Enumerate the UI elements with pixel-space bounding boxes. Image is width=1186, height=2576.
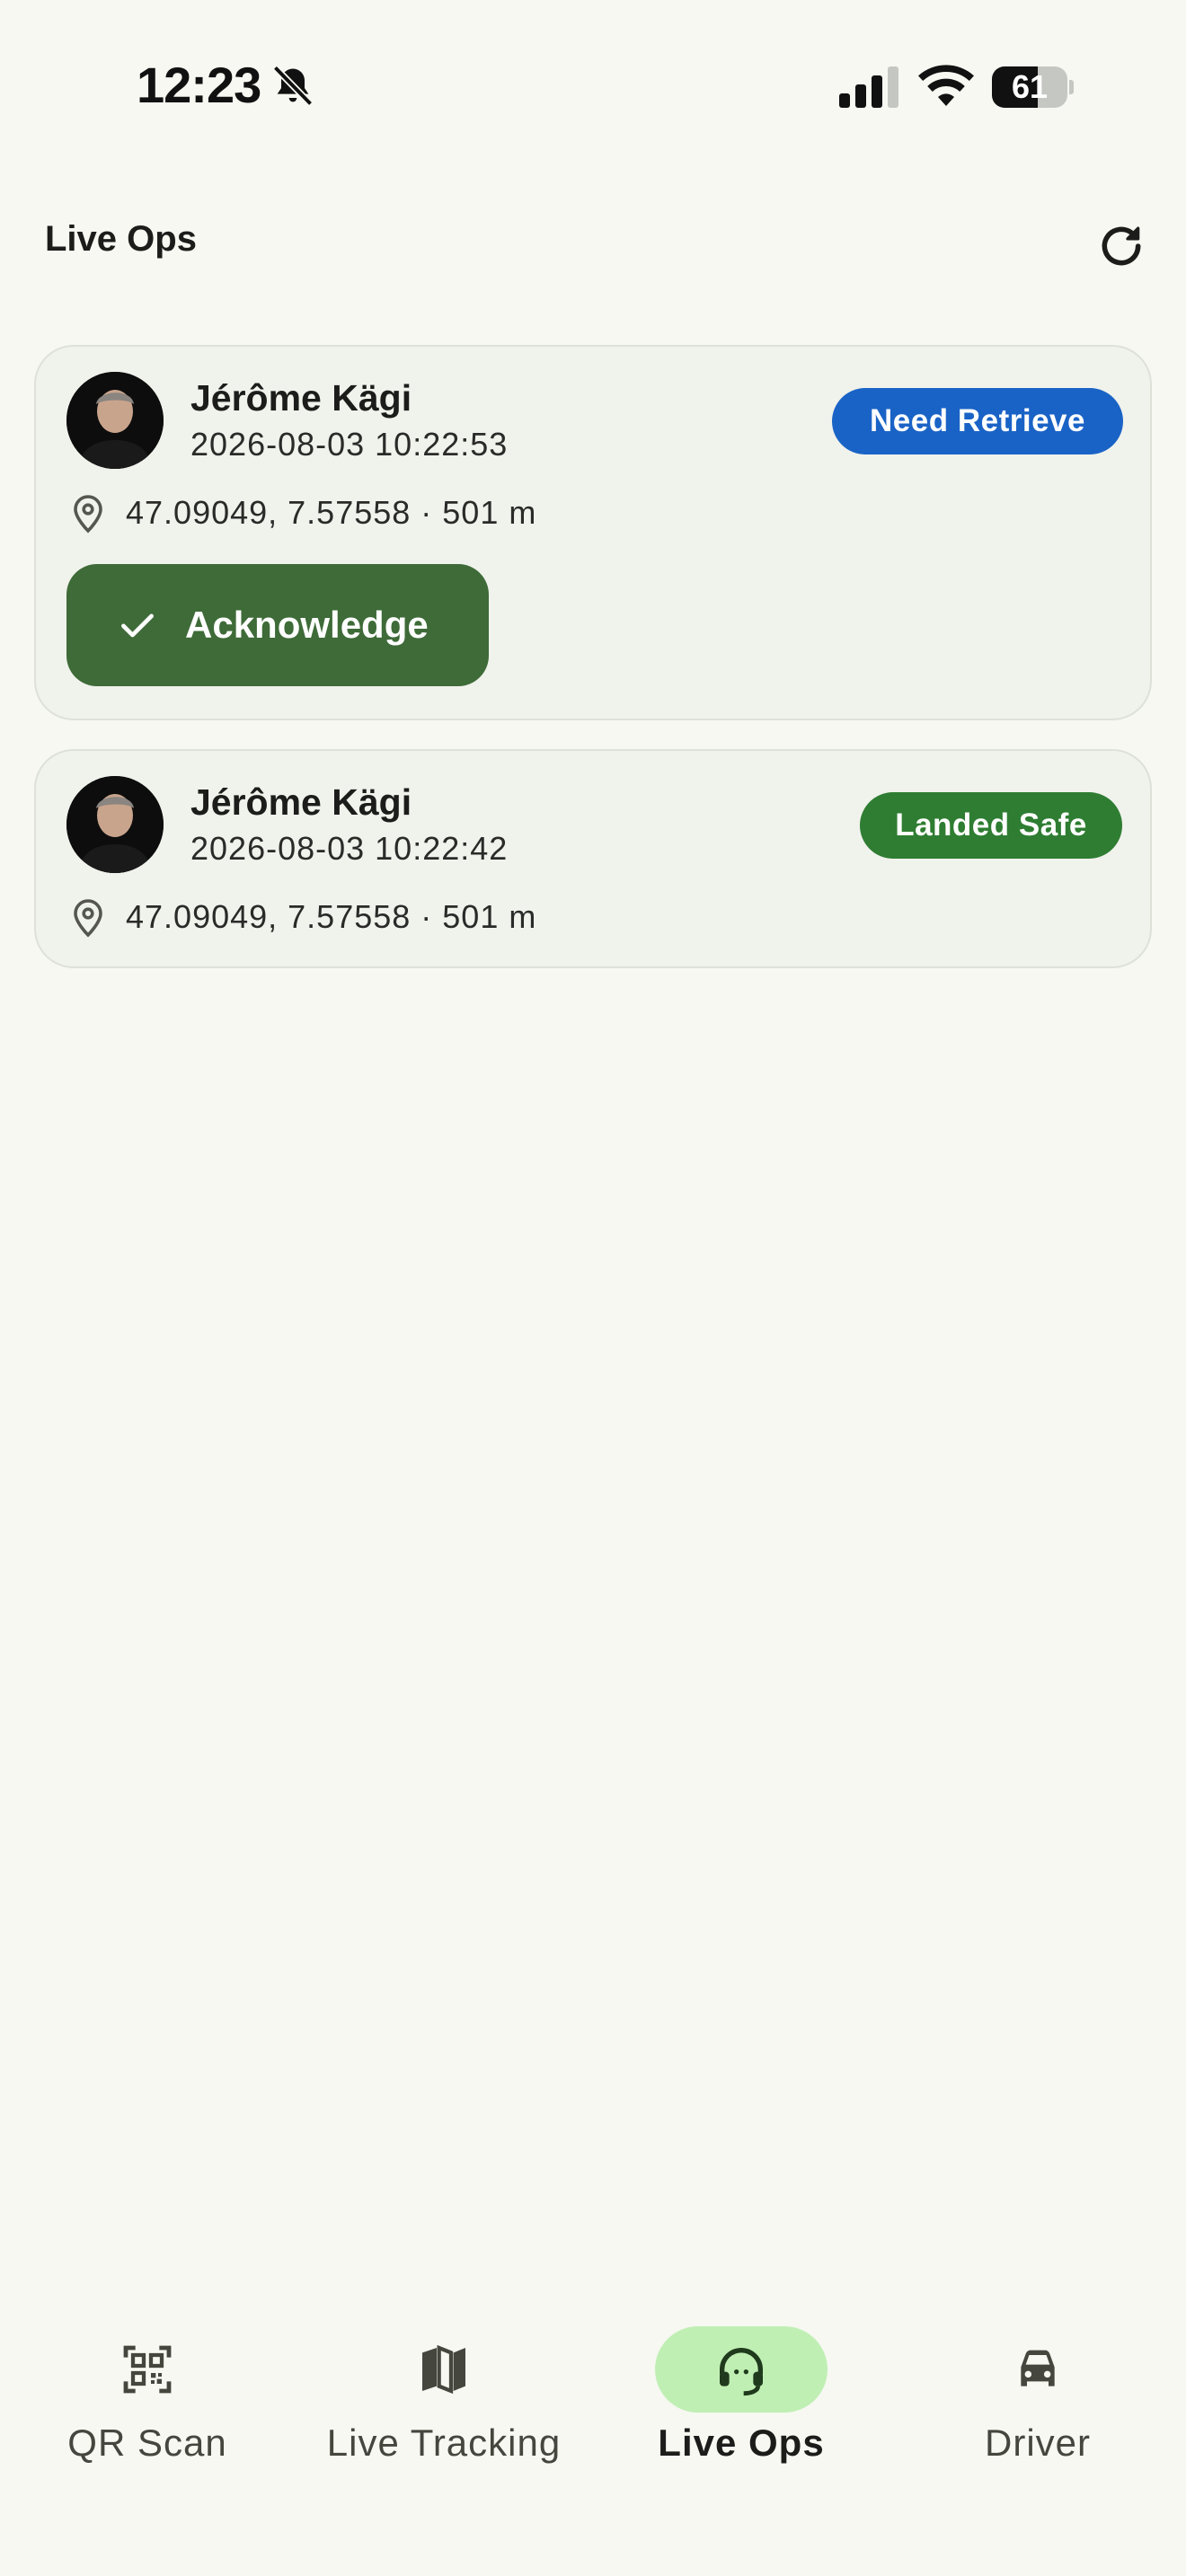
status-bar: 12:23 61 [0, 0, 1186, 171]
nav-label: QR Scan [67, 2422, 227, 2464]
nav-item-driver[interactable]: Driver [951, 2299, 1124, 2533]
check-icon [121, 613, 154, 638]
ops-event-card[interactable]: Jérôme Kägi 2026-08-03 10:22:53 Need Ret… [34, 345, 1152, 720]
page-title: Live Ops [45, 219, 197, 259]
map-icon [422, 2344, 465, 2395]
wifi-icon [918, 65, 974, 106]
refresh-icon [1102, 226, 1141, 266]
nav-item-qr-scan[interactable]: QR Scan [61, 2299, 234, 2533]
pilot-name: Jérôme Kägi [190, 377, 412, 419]
headset-icon [720, 2348, 763, 2396]
refresh-button[interactable] [1089, 214, 1154, 278]
nav-label: Live Tracking [326, 2422, 562, 2464]
status-time: 12:23 [137, 57, 261, 113]
ops-event-card[interactable]: Jérôme Kägi 2026-08-03 10:22:42 Landed S… [34, 749, 1152, 968]
acknowledge-label: Acknowledge [185, 604, 429, 646]
pilot-name: Jérôme Kägi [190, 781, 412, 823]
battery-indicator: 61 [992, 66, 1074, 108]
nav-item-live-tracking[interactable]: Live Tracking [309, 2299, 579, 2533]
event-timestamp: 2026-08-03 10:22:53 [190, 426, 509, 463]
qr-code-icon [123, 2345, 172, 2394]
acknowledge-button[interactable]: Acknowledge [66, 564, 489, 686]
car-icon [1021, 2350, 1055, 2386]
battery-percent: 61 [1011, 68, 1049, 105]
nav-item-live-ops[interactable]: Live Ops [655, 2299, 828, 2533]
avatar [66, 372, 164, 469]
status-badge: Need Retrieve [832, 388, 1123, 454]
location-pin-icon [74, 495, 102, 534]
event-location: 47.09049, 7.57558 · 501 m [126, 898, 537, 935]
bell-muted-icon [272, 65, 314, 107]
event-timestamp: 2026-08-03 10:22:42 [190, 830, 509, 867]
nav-label: Live Ops [658, 2422, 825, 2464]
nav-label: Driver [985, 2422, 1091, 2464]
status-badge: Landed Safe [860, 792, 1122, 859]
location-pin-icon [74, 899, 102, 938]
bottom-navigation: QR Scan Live Tracking Live Ops Driver [0, 2299, 1186, 2576]
avatar [66, 776, 164, 873]
cellular-signal-icon [839, 66, 898, 108]
event-location: 47.09049, 7.57558 · 501 m [126, 494, 537, 531]
